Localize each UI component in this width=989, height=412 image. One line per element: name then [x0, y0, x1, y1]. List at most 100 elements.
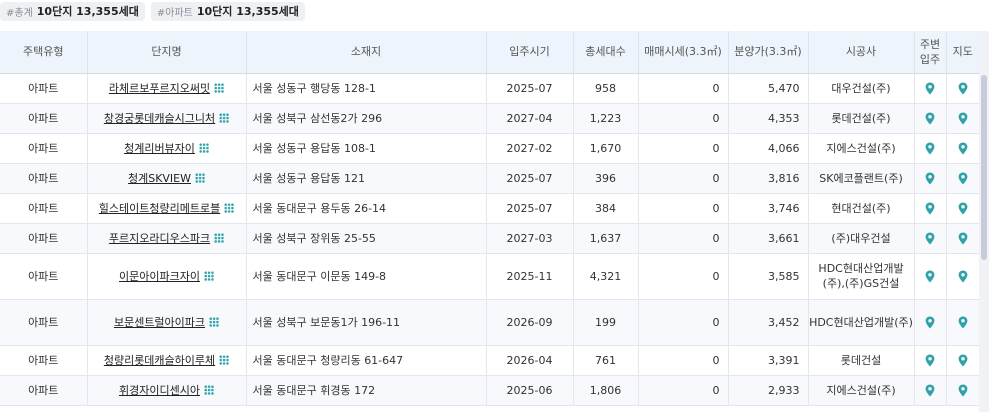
col-header-market-price[interactable]: 매매시세(3.3㎡) — [638, 31, 729, 74]
apartment-grid-icon[interactable] — [214, 233, 225, 243]
cell-map — [946, 193, 979, 224]
cell-type: 아파트 — [0, 73, 88, 104]
table-row[interactable]: 아파트 보문센트럴아이파크 서울 성북구 보문동1가 196-11 2026-09 19… — [0, 299, 979, 346]
cell-nearby — [914, 163, 947, 194]
apartment-grid-icon[interactable] — [219, 355, 230, 365]
map-pin-icon[interactable] — [925, 383, 935, 397]
cell-type: 아파트 — [0, 163, 88, 194]
cell-builder: SK에코플랜트(주) — [808, 163, 915, 194]
map-pin-icon[interactable] — [958, 171, 968, 185]
cell-name: 이문아이파크자이 — [87, 253, 247, 300]
col-header-builder[interactable]: 시공사 — [808, 31, 915, 74]
complex-table: 주택유형 단지명 소재지 입주시기 총세대수 매매시세(3.3㎡) 분양가(3.… — [0, 31, 979, 406]
cell-type: 아파트 — [0, 133, 88, 164]
scrollbar-thumb[interactable] — [981, 75, 987, 260]
cell-sale-price: 3,391 — [728, 345, 809, 376]
map-pin-icon[interactable] — [958, 269, 968, 283]
col-header-sale-price[interactable]: 분양가(3.3㎡) — [728, 31, 809, 74]
apartment-grid-icon[interactable] — [214, 83, 225, 93]
table-row[interactable]: 아파트 청계SKVIEW 서울 성동구 용답동 121 2025-07 396 0 3,81… — [0, 163, 979, 194]
map-pin-icon[interactable] — [958, 315, 968, 329]
map-pin-icon[interactable] — [925, 353, 935, 367]
cell-builder: 지에스건설(주) — [808, 133, 915, 164]
table-row[interactable]: 아파트 휘경자이디센시아 서울 동대문구 휘경동 172 2025-06 1,806 0 2… — [0, 375, 979, 406]
cell-move-in: 2027-03 — [486, 223, 574, 254]
cell-sale-price: 4,353 — [728, 103, 809, 134]
cell-map — [946, 375, 979, 406]
complex-name-link[interactable]: 보문센트럴아이파크 — [114, 316, 205, 329]
map-pin-icon[interactable] — [925, 269, 935, 283]
apartment-grid-icon[interactable] — [209, 317, 220, 327]
cell-move-in: 2025-07 — [486, 73, 574, 104]
apartment-grid-icon[interactable] — [198, 143, 209, 153]
map-pin-icon[interactable] — [925, 231, 935, 245]
cell-nearby — [914, 103, 947, 134]
cell-name: 푸르지오라디우스파크 — [87, 223, 247, 254]
col-header-map: 지도 — [946, 31, 979, 74]
cell-sale-price: 5,470 — [728, 73, 809, 104]
cell-map — [946, 253, 979, 300]
complex-name-link[interactable]: 푸르지오라디우스파크 — [109, 232, 210, 245]
table-row[interactable]: 아파트 라체르보푸르지오써밋 서울 성동구 행당동 128-1 2025-07 958 0… — [0, 73, 979, 104]
map-pin-icon[interactable] — [958, 353, 968, 367]
cell-market-price: 0 — [638, 103, 729, 134]
table-row[interactable]: 아파트 이문아이파크자이 서울 동대문구 이문동 149-8 2025-11 4,321… — [0, 253, 979, 300]
map-pin-icon[interactable] — [958, 81, 968, 95]
map-pin-icon[interactable] — [958, 111, 968, 125]
apartment-grid-icon[interactable] — [203, 385, 214, 395]
apartment-grid-icon[interactable] — [203, 271, 214, 281]
cell-sale-price: 3,661 — [728, 223, 809, 254]
cell-type: 아파트 — [0, 103, 88, 134]
cell-map — [946, 163, 979, 194]
complex-name-link[interactable]: 휘경자이디센시아 — [119, 384, 200, 397]
total-chip: #총계 10단지 13,355세대 — [0, 1, 145, 21]
apartment-value: 10단지 13,355세대 — [196, 5, 299, 18]
table-row[interactable]: 아파트 창경궁롯데캐슬시그니처 서울 성북구 삼선동2가 296 2027-04 1,2… — [0, 103, 979, 134]
cell-address: 서울 성북구 보문동1가 196-11 — [246, 299, 487, 346]
col-header-type[interactable]: 주택유형 — [0, 31, 88, 74]
col-header-name[interactable]: 단지명 — [87, 31, 247, 74]
table-row[interactable]: 아파트 청량리롯데캐슬하이루체 서울 동대문구 청량리동 61-647 2026-04… — [0, 345, 979, 376]
cell-nearby — [914, 223, 947, 254]
cell-map — [946, 299, 979, 346]
map-pin-icon[interactable] — [925, 81, 935, 95]
table-row[interactable]: 아파트 힐스테이트청량리메트로블 서울 동대문구 용두동 26-14 2025-07 3… — [0, 193, 979, 224]
apartment-grid-icon[interactable] — [224, 203, 235, 213]
map-pin-icon[interactable] — [958, 231, 968, 245]
complex-name-link[interactable]: 청량리롯데캐슬하이루체 — [104, 354, 215, 367]
map-pin-icon[interactable] — [925, 141, 935, 155]
cell-move-in: 2025-07 — [486, 163, 574, 194]
cell-sale-price: 3,452 — [728, 299, 809, 346]
map-pin-icon[interactable] — [925, 111, 935, 125]
cell-map — [946, 73, 979, 104]
complex-name-link[interactable]: 청계SKVIEW — [128, 172, 191, 185]
cell-builder: HDC현대산업개발(주),(주)GS건설 — [808, 253, 915, 300]
map-pin-icon[interactable] — [925, 315, 935, 329]
complex-name-link[interactable]: 창경궁롯데캐슬시그니처 — [104, 112, 215, 125]
apartment-chip: #아파트 10단지 13,355세대 — [150, 1, 305, 21]
col-header-units[interactable]: 총세대수 — [573, 31, 639, 74]
apartment-grid-icon[interactable] — [219, 113, 230, 123]
cell-move-in: 2027-04 — [486, 103, 574, 134]
cell-map — [946, 345, 979, 376]
complex-table-container: 주택유형 단지명 소재지 입주시기 총세대수 매매시세(3.3㎡) 분양가(3.… — [0, 31, 979, 406]
col-header-address[interactable]: 소재지 — [246, 31, 487, 74]
cell-units: 396 — [573, 163, 639, 194]
table-row[interactable]: 아파트 청계리버뷰자이 서울 성동구 용답동 108-1 2027-02 1,670 0 4… — [0, 133, 979, 164]
apartment-grid-icon[interactable] — [195, 173, 206, 183]
table-row[interactable]: 아파트 푸르지오라디우스파크 서울 성북구 장위동 25-55 2027-03 1,63… — [0, 223, 979, 254]
complex-name-link[interactable]: 이문아이파크자이 — [119, 270, 200, 283]
col-header-move-in[interactable]: 입주시기 — [486, 31, 574, 74]
cell-name: 보문센트럴아이파크 — [87, 299, 247, 346]
cell-move-in: 2025-06 — [486, 375, 574, 406]
map-pin-icon[interactable] — [925, 201, 935, 215]
map-pin-icon[interactable] — [958, 141, 968, 155]
map-pin-icon[interactable] — [925, 171, 935, 185]
cell-builder: HDC현대산업개발(주) — [808, 299, 915, 346]
complex-name-link[interactable]: 라체르보푸르지오써밋 — [109, 82, 210, 95]
complex-name-link[interactable]: 힐스테이트청량리메트로블 — [99, 202, 220, 215]
complex-name-link[interactable]: 청계리버뷰자이 — [124, 142, 195, 155]
cell-units: 958 — [573, 73, 639, 104]
map-pin-icon[interactable] — [958, 383, 968, 397]
map-pin-icon[interactable] — [958, 201, 968, 215]
